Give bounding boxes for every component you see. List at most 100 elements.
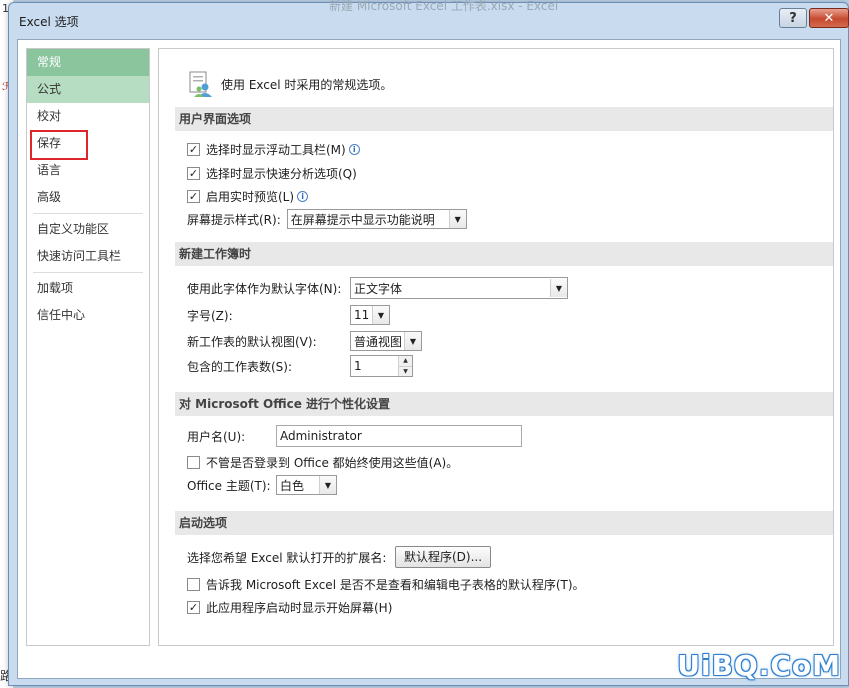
section-new-workbook: 新建工作簿时 bbox=[175, 242, 833, 266]
quick-analysis-checkbox[interactable]: ✓ bbox=[187, 167, 200, 180]
font-size-row: 字号(Z): 11 ▼ bbox=[187, 305, 390, 325]
tooltip-style-select[interactable]: 在屏幕提示中显示功能说明 ▼ bbox=[286, 209, 467, 229]
option-label: 选择时显示快速分析选项(Q) bbox=[206, 167, 357, 181]
default-programs-button[interactable]: 默认程序(D)... bbox=[395, 546, 492, 568]
default-ext-row: 选择您希望 Excel 默认打开的扩展名: 默认程序(D)... bbox=[187, 546, 492, 568]
option-quick-analysis[interactable]: ✓ 选择时显示快速分析选项(Q) bbox=[187, 165, 357, 182]
sidebar-item-language[interactable]: 语言 bbox=[27, 157, 149, 184]
general-options-panel: 使用 Excel 时采用的常规选项。 用户界面选项 ✓ 选择时显示浮动工具栏(M… bbox=[158, 48, 834, 646]
sheet-count-label: 包含的工作表数(S): bbox=[187, 359, 293, 374]
office-theme-label: Office 主题(T): bbox=[187, 478, 271, 493]
show-start-row[interactable]: ✓ 此应用程序启动时显示开始屏幕(H) bbox=[187, 599, 392, 616]
chevron-down-icon: ▼ bbox=[319, 476, 336, 494]
chevron-down-icon: ▼ bbox=[550, 279, 567, 297]
select-value: 在屏幕提示中显示功能说明 bbox=[290, 212, 435, 227]
sidebar-item-save[interactable]: 保存 bbox=[27, 130, 149, 160]
show-start-checkbox[interactable]: ✓ bbox=[187, 601, 200, 614]
always-use-checkbox[interactable] bbox=[187, 456, 200, 469]
office-theme-row: Office 主题(T): 白色 ▼ bbox=[187, 475, 337, 495]
option-label: 启用实时预览(L) bbox=[206, 190, 295, 204]
check-icon: ✓ bbox=[188, 601, 199, 614]
sheet-count-spinner[interactable]: 1 ▲ ▼ bbox=[350, 355, 413, 377]
always-use-row[interactable]: 不管是否登录到 Office 都始终使用这些值(A)。 bbox=[187, 454, 458, 471]
option-live-preview[interactable]: ✓ 启用实时预览(L) i bbox=[187, 188, 309, 205]
sidebar-item-formulas[interactable]: 公式 bbox=[27, 76, 149, 103]
sidebar-item-customize-ribbon[interactable]: 自定义功能区 bbox=[27, 216, 149, 243]
sidebar-item-label: 公式 bbox=[37, 82, 62, 96]
select-value: 普通视图 bbox=[354, 334, 403, 349]
option-label: 选择时显示浮动工具栏(M) bbox=[206, 143, 346, 157]
select-value: 正文字体 bbox=[354, 281, 403, 296]
username-input[interactable]: Administrator bbox=[276, 425, 522, 447]
sidebar-item-label: 常规 bbox=[37, 55, 62, 69]
default-view-label: 新工作表的默认视图(V): bbox=[187, 334, 317, 349]
dialog-titlebar: 新建 Microsoft Excel 工作表.xlsx - Excel Exce… bbox=[9, 0, 849, 41]
tell-me-row[interactable]: 告诉我 Microsoft Excel 是否不是查看和编辑电子表格的默认程序(T… bbox=[187, 576, 585, 593]
font-size-label: 字号(Z): bbox=[187, 308, 233, 323]
office-theme-select[interactable]: 白色 ▼ bbox=[276, 475, 337, 495]
option-label: 不管是否登录到 Office 都始终使用这些值(A)。 bbox=[206, 456, 459, 470]
sidebar-item-label: 自定义功能区 bbox=[37, 222, 110, 236]
dialog-content: 常规 公式 校对 保存 语言 高级 自定义功能区 快速访问工具栏 加载项 信任中… bbox=[17, 39, 841, 679]
select-value: 11 bbox=[354, 308, 370, 322]
tooltip-style-label: 屏幕提示样式(R): bbox=[187, 212, 281, 227]
option-mini-toolbar[interactable]: ✓ 选择时显示浮动工具栏(M) i bbox=[187, 141, 360, 158]
chevron-down-icon: ▼ bbox=[372, 306, 389, 324]
sidebar-item-label: 快速访问工具栏 bbox=[37, 249, 122, 263]
font-size-select[interactable]: 11 ▼ bbox=[350, 305, 390, 325]
default-view-select[interactable]: 普通视图 ▼ bbox=[350, 331, 422, 351]
option-label: 告诉我 Microsoft Excel 是否不是查看和编辑电子表格的默认程序(T… bbox=[206, 578, 585, 592]
sidebar-item-label: 加载项 bbox=[37, 281, 74, 295]
username-label: 用户名(U): bbox=[187, 429, 246, 444]
general-options-icon bbox=[189, 71, 212, 97]
check-icon: ✓ bbox=[188, 167, 199, 180]
default-font-select[interactable]: 正文字体 ▼ bbox=[350, 277, 568, 299]
sidebar-item-proofing[interactable]: 校对 bbox=[27, 103, 149, 130]
live-preview-checkbox[interactable]: ✓ bbox=[187, 190, 200, 203]
section-ui-options: 用户界面选项 bbox=[175, 107, 833, 131]
close-button[interactable]: ✕ bbox=[809, 8, 849, 28]
spinner-buttons: ▲ ▼ bbox=[398, 356, 412, 376]
close-icon: ✕ bbox=[823, 10, 835, 26]
default-font-row: 使用此字体作为默认字体(N): 正文字体 ▼ bbox=[187, 277, 568, 299]
chevron-down-icon: ▼ bbox=[404, 332, 421, 350]
default-view-row: 新工作表的默认视图(V): 普通视图 ▼ bbox=[187, 331, 422, 351]
sidebar-item-label: 保存 bbox=[37, 136, 62, 150]
tell-me-checkbox[interactable] bbox=[187, 578, 200, 591]
username-row: 用户名(U): Administrator bbox=[187, 425, 522, 447]
spinner-value[interactable]: 1 bbox=[351, 356, 398, 376]
watermark-logo: UiBQ.CoM bbox=[677, 649, 841, 682]
sidebar-item-addins[interactable]: 加载项 bbox=[27, 275, 149, 302]
default-font-label: 使用此字体作为默认字体(N): bbox=[187, 281, 342, 296]
sidebar-item-label: 校对 bbox=[37, 109, 62, 123]
sidebar-item-label: 高级 bbox=[37, 190, 62, 204]
check-icon: ✓ bbox=[188, 143, 199, 156]
sidebar-item-label: 信任中心 bbox=[37, 308, 86, 322]
mini-toolbar-checkbox[interactable]: ✓ bbox=[187, 143, 200, 156]
chevron-down-icon: ▼ bbox=[448, 210, 466, 228]
sidebar-item-trust-center[interactable]: 信任中心 bbox=[27, 302, 149, 329]
spin-down-icon[interactable]: ▼ bbox=[399, 365, 412, 376]
options-sidebar: 常规 公式 校对 保存 语言 高级 自定义功能区 快速访问工具栏 加载项 信任中… bbox=[26, 48, 150, 646]
sidebar-divider bbox=[33, 272, 143, 273]
option-label: 此应用程序启动时显示开始屏幕(H) bbox=[206, 601, 393, 615]
select-value: 白色 bbox=[280, 478, 305, 493]
info-icon: i bbox=[297, 191, 309, 202]
sidebar-item-quick-access[interactable]: 快速访问工具栏 bbox=[27, 243, 149, 270]
section-personalize: 对 Microsoft Office 进行个性化设置 bbox=[175, 392, 833, 416]
sidebar-divider bbox=[33, 213, 143, 214]
sheet-count-row: 包含的工作表数(S): 1 ▲ ▼ bbox=[187, 355, 413, 377]
excel-options-dialog: 新建 Microsoft Excel 工作表.xlsx - Excel Exce… bbox=[8, 0, 849, 686]
info-icon: i bbox=[348, 144, 360, 155]
intro-text: 使用 Excel 时采用的常规选项。 bbox=[221, 77, 393, 92]
sidebar-item-general[interactable]: 常规 bbox=[27, 49, 149, 76]
help-button[interactable]: ? bbox=[779, 8, 807, 28]
intro-row: 使用 Excel 时采用的常规选项。 bbox=[187, 69, 392, 99]
dialog-title: Excel 选项 bbox=[19, 15, 79, 29]
sidebar-item-advanced[interactable]: 高级 bbox=[27, 184, 149, 211]
background-window-title: 新建 Microsoft Excel 工作表.xlsx - Excel bbox=[329, 0, 559, 13]
tooltip-style-row: 屏幕提示样式(R): 在屏幕提示中显示功能说明 ▼ bbox=[187, 209, 467, 229]
check-icon: ✓ bbox=[188, 190, 199, 203]
spin-up-icon[interactable]: ▲ bbox=[399, 356, 412, 366]
help-icon: ? bbox=[789, 10, 797, 26]
